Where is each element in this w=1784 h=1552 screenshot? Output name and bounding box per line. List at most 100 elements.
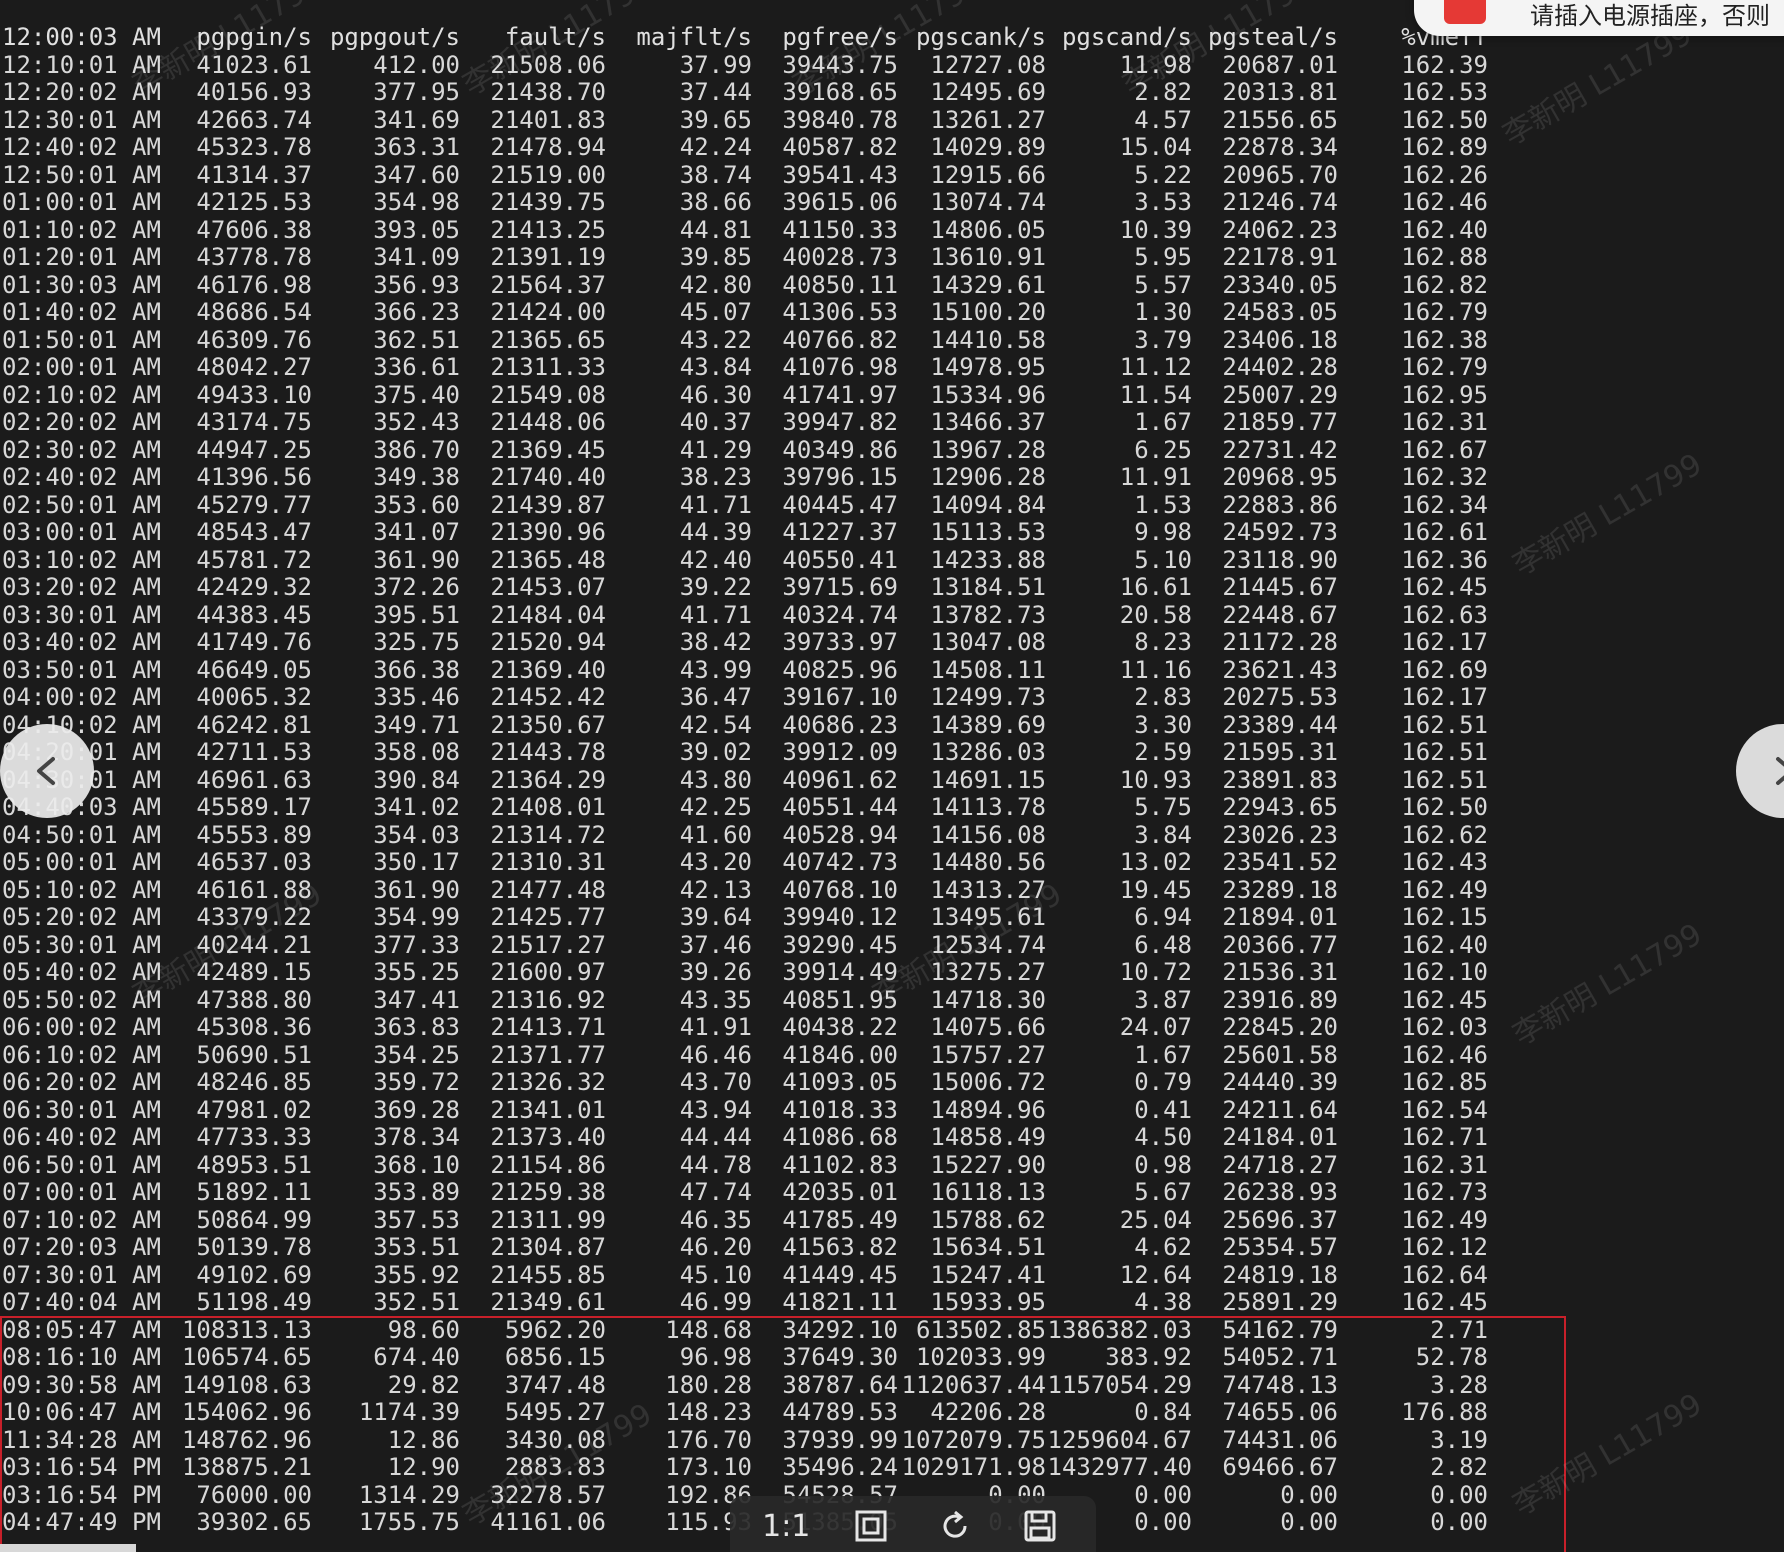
table-body: 12:10:01 AM 41023.61 412.00 21508.06 37.99 39…	[2, 50, 1562, 1537]
table-cell: 21477.48	[490, 875, 606, 904]
save-button[interactable]	[1012, 1501, 1068, 1551]
table-cell: 354.98	[373, 188, 460, 216]
table-cell: 40850.11	[782, 270, 898, 299]
save-icon	[1024, 1510, 1056, 1542]
table-cell: 13074.74	[930, 188, 1046, 216]
previous-image-button[interactable]	[0, 724, 94, 818]
row-time: 06:10:02 AM	[2, 1040, 161, 1069]
table-cell: 14313.27	[930, 875, 1046, 904]
table-cell: 6.48	[1134, 930, 1192, 959]
table-cell: 44.78	[679, 1150, 752, 1179]
table-cell: 39615.06	[782, 188, 898, 216]
table-cell: 352.43	[373, 408, 460, 436]
table-cell: 48686.54	[196, 298, 312, 326]
table-row: 12:20:02 AM 40156.93 377.95 21438.70 37.44 39…	[2, 78, 1562, 107]
table-cell: 3.87	[1134, 985, 1192, 1014]
table-header-row: 12:00:03 AM pgpgin/s pgpgout/s fault/s majfl…	[2, 23, 1562, 52]
table-cell: 39912.09	[782, 738, 898, 766]
table-cell: 4.57	[1134, 105, 1192, 134]
rotate-icon	[943, 1510, 967, 1538]
notification-toast[interactable]: 请插入电源插座，否则	[1414, 0, 1784, 36]
table-row: 04:10:02 AM 46242.81 349.71 21350.67 42.54 40…	[2, 710, 1562, 740]
table-cell: 378.34	[373, 1123, 460, 1151]
table-row: 01:10:02 AM 47606.38 393.05 21413.25 44.81 41…	[2, 215, 1562, 245]
table-cell: 39.22	[679, 573, 752, 601]
table-cell: 21455.85	[490, 1260, 606, 1289]
table-cell: 162.51	[1401, 710, 1488, 739]
table-cell: 21259.38	[490, 1178, 606, 1206]
table-cell: 341.69	[373, 105, 460, 134]
table-cell: 74748.13	[1222, 1370, 1338, 1399]
table-cell: 48953.51	[196, 1150, 312, 1179]
row-time: 06:00:02 AM	[2, 1013, 161, 1041]
header-time: 12:00:03 AM	[2, 23, 161, 51]
fit-window-button[interactable]	[843, 1501, 899, 1551]
table-cell: 173.10	[665, 1453, 752, 1481]
table-cell: 4.38	[1134, 1288, 1192, 1316]
table-cell: 12534.74	[930, 930, 1046, 959]
table-cell: 38.74	[679, 160, 752, 189]
table-cell: 37939.99	[782, 1425, 898, 1454]
table-cell: 3.53	[1134, 188, 1192, 216]
table-cell: 41.60	[679, 820, 752, 849]
row-time: 01:20:01 AM	[2, 243, 161, 271]
next-image-button[interactable]	[1736, 724, 1784, 818]
table-row: 04:20:01 AM42711.53358.0821443.7839.0239…	[2, 738, 1562, 767]
notification-text: 请插入电源插座，否则	[1530, 2, 1770, 30]
row-time: 02:00:01 AM	[2, 353, 161, 381]
table-cell: 42.54	[679, 710, 752, 739]
table-cell: 21304.87	[490, 1233, 606, 1261]
table-cell: 3430.08	[504, 1425, 606, 1454]
table-cell: 162.40	[1401, 215, 1488, 244]
table-cell: 40445.47	[782, 490, 898, 519]
table-cell: 1386382.03	[1047, 1315, 1193, 1344]
table-row: 05:30:01 AM 40244.21 377.33 21517.27 37.46 39…	[2, 930, 1562, 960]
table-cell: 46.35	[679, 1205, 752, 1234]
table-cell: 21365.65	[490, 325, 606, 354]
table-cell: 14978.95	[930, 353, 1046, 381]
table-row: 06:50:01 AM 48953.51 368.10 21154.86 44.78 41…	[2, 1150, 1562, 1180]
table-cell: 14075.66	[930, 1013, 1046, 1041]
table-cell: 13275.27	[930, 958, 1046, 986]
actual-size-button[interactable]: 1:1	[758, 1501, 814, 1551]
table-cell: 22943.65	[1222, 793, 1338, 821]
table-cell: 23389.44	[1222, 710, 1338, 739]
table-cell: 44.44	[679, 1123, 752, 1151]
scroll-indicator[interactable]	[0, 1544, 136, 1552]
table-cell: 341.09	[373, 243, 460, 271]
table-cell: 49433.10	[196, 380, 312, 409]
table-cell: 14233.88	[930, 545, 1046, 574]
table-cell: 162.39	[1401, 50, 1488, 79]
table-cell: 12915.66	[930, 160, 1046, 189]
table-cell: 23541.52	[1222, 848, 1338, 876]
table-cell: 21371.77	[490, 1040, 606, 1069]
image-viewer: 12:00:03 AM pgpgin/s pgpgout/s fault/s majfl…	[0, 0, 1784, 1552]
table-cell: 39541.43	[782, 160, 898, 189]
table-cell: 162.69	[1401, 655, 1488, 684]
table-cell: 21413.71	[490, 1013, 606, 1041]
column-header: pgsteal/s	[1207, 23, 1338, 51]
table-cell: 40551.44	[782, 793, 898, 821]
table-cell: 40.37	[679, 408, 752, 436]
table-cell: 42.80	[679, 270, 752, 299]
table-cell: 162.03	[1401, 1013, 1488, 1041]
table-cell: 162.12	[1401, 1233, 1488, 1261]
table-cell: 162.17	[1401, 628, 1488, 656]
table-cell: 1.30	[1134, 298, 1192, 326]
table-row: 02:20:02 AM 43174.75 352.43 21448.06 40.37 39…	[2, 408, 1562, 437]
table-cell: 0.00	[1430, 1508, 1488, 1536]
row-time: 10:06:47 AM	[2, 1398, 161, 1426]
table-cell: 23289.18	[1222, 875, 1338, 904]
table-cell: 15100.20	[930, 298, 1046, 326]
table-cell: 23891.83	[1222, 765, 1338, 794]
table-cell: 21424.00	[490, 298, 606, 326]
table-cell: 11.91	[1119, 463, 1192, 491]
rotate-button[interactable]	[927, 1501, 983, 1551]
column-header: majflt/s	[636, 23, 752, 51]
table-cell: 37649.30	[782, 1343, 898, 1371]
row-time: 01:50:01 AM	[2, 325, 161, 354]
table-cell: 41.29	[679, 435, 752, 464]
table-cell: 1072079.75	[901, 1425, 1047, 1454]
table-cell: 3.79	[1134, 325, 1192, 354]
table-cell: 40550.41	[782, 545, 898, 574]
